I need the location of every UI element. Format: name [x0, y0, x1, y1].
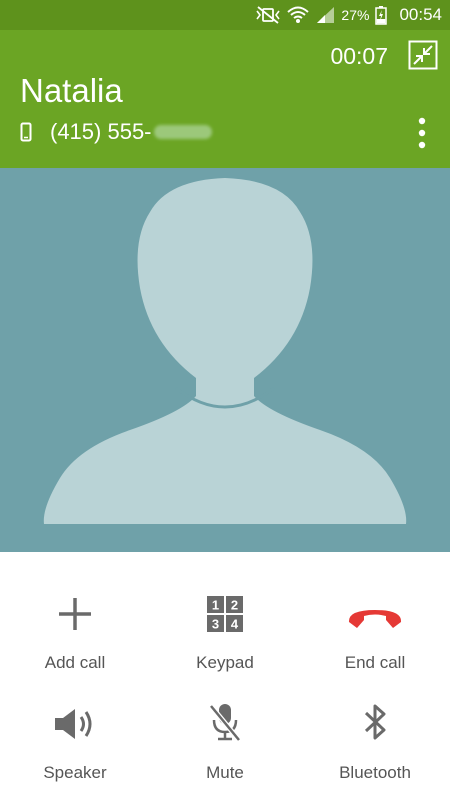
call-header: 00:07 Natalia (415) 555-: [0, 30, 450, 168]
bluetooth-button[interactable]: Bluetooth: [300, 692, 450, 783]
status-bar: 27% 00:54: [0, 0, 450, 30]
end-call-button[interactable]: End call: [300, 582, 450, 673]
keypad-digit: 1: [212, 598, 219, 613]
mute-label: Mute: [206, 763, 244, 782]
speaker-label: Speaker: [43, 763, 107, 782]
mute-vibrate-icon: [256, 6, 281, 24]
status-icons: 27% 00:54: [255, 0, 442, 30]
speaker-button[interactable]: Speaker: [0, 692, 150, 783]
phone-number: (415) 555-: [50, 119, 152, 144]
mobile-phone-icon: [20, 122, 32, 142]
collapse-icon[interactable]: [408, 40, 438, 70]
mute-microphone-icon: [209, 704, 241, 742]
speaker-icon: [55, 709, 92, 739]
call-controls: Add call 1234 Keypad End call Speaker Mu…: [0, 552, 450, 800]
redacted-digits: [153, 125, 212, 139]
keypad-digit: 2: [231, 598, 238, 613]
contact-photo: [0, 168, 450, 552]
add-call-label: Add call: [44, 653, 106, 672]
bluetooth-icon: [364, 704, 386, 740]
keypad-button[interactable]: 1234 Keypad: [150, 582, 300, 673]
add-call-button[interactable]: Add call: [0, 582, 150, 673]
plus-icon: [59, 598, 91, 630]
keypad-label: Keypad: [196, 653, 254, 672]
keypad-digit: 4: [231, 617, 239, 632]
mute-button[interactable]: Mute: [150, 692, 300, 783]
bluetooth-label: Bluetooth: [339, 763, 411, 782]
keypad-icon: 1 23 4: [207, 596, 243, 632]
more-options-icon[interactable]: [416, 116, 428, 150]
phone-number-row: (415) 555-: [20, 119, 212, 145]
clock: 00:54: [399, 5, 442, 24]
wifi-icon: [287, 6, 310, 23]
end-call-label: End call: [344, 653, 406, 672]
keypad-digit: 3: [212, 617, 219, 632]
end-call-icon: [348, 610, 402, 628]
battery-percent: 27%: [341, 7, 370, 23]
contact-silhouette-icon: [43, 178, 407, 524]
battery-charging-icon: [375, 6, 388, 25]
call-timer: 00:07: [330, 43, 388, 69]
signal-icon: [317, 7, 335, 23]
contact-name: Natalia: [20, 72, 123, 109]
